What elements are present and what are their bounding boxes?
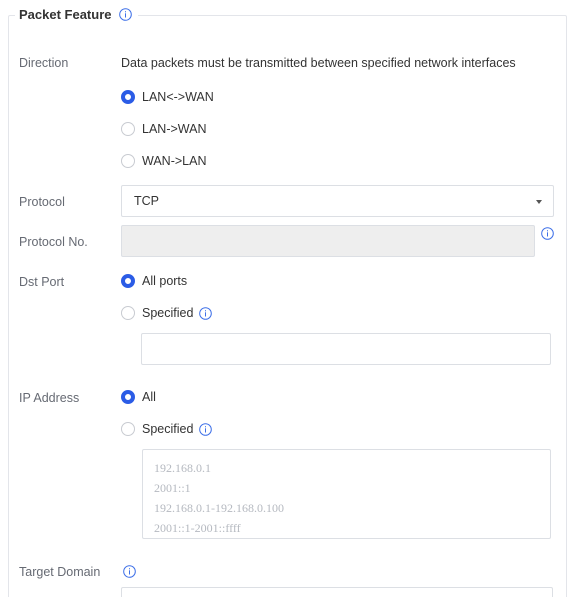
dst-port-option-all[interactable]: All ports [121, 273, 187, 289]
protocol-no-input[interactable] [121, 225, 535, 257]
ip-address-label: IP Address [19, 391, 80, 405]
target-domain-label: Target Domain [19, 565, 101, 579]
radio-checked-icon [121, 274, 135, 288]
target-domain-input[interactable] [121, 587, 553, 597]
radio-label: LAN<->WAN [142, 90, 214, 104]
radio-unchecked-icon [121, 154, 135, 168]
radio-label: Specified [142, 422, 194, 436]
dst-port-option-specified[interactable]: Specified [121, 305, 213, 321]
radio-checked-icon [121, 90, 135, 104]
radio-label: All [142, 390, 156, 404]
info-icon[interactable] [123, 565, 136, 578]
placeholder-line: 2001::1-2001::ffff [154, 521, 241, 535]
placeholder-line: 192.168.0.1 [154, 461, 211, 475]
radio-unchecked-icon [121, 122, 135, 136]
placeholder-line: 2001::1 [154, 481, 191, 495]
radio-unchecked-icon [121, 306, 135, 320]
radio-unchecked-icon [121, 422, 135, 436]
direction-option-lan-wan-both[interactable]: LAN<->WAN [121, 89, 214, 105]
radio-label: Specified [142, 306, 194, 320]
radio-label: LAN->WAN [142, 122, 207, 136]
direction-label: Direction [19, 56, 69, 70]
info-icon[interactable] [118, 7, 132, 21]
section-legend: Packet Feature [15, 5, 138, 23]
protocol-no-label: Protocol No. [19, 235, 88, 249]
protocol-label: Protocol [19, 195, 65, 209]
radio-checked-icon [121, 390, 135, 404]
radio-label: All ports [142, 274, 188, 288]
protocol-selected-value: TCP [134, 194, 159, 208]
placeholder-line: 192.168.0.1-192.168.0.100 [154, 501, 284, 515]
chevron-down-icon [536, 200, 542, 204]
section-title: Packet Feature [19, 6, 112, 22]
ip-address-option-specified[interactable]: Specified [121, 421, 213, 437]
info-icon[interactable] [541, 227, 554, 240]
protocol-select[interactable]: TCP [121, 185, 554, 217]
direction-description: Data packets must be transmitted between… [121, 56, 516, 70]
radio-label: WAN->LAN [142, 154, 207, 168]
dst-port-label: Dst Port [19, 275, 65, 289]
direction-option-lan-to-wan[interactable]: LAN->WAN [121, 121, 206, 137]
packet-feature-form: Packet Feature Direction Data packets mu… [0, 0, 585, 597]
dst-port-input[interactable] [141, 333, 551, 365]
ip-address-option-all[interactable]: All [121, 389, 156, 405]
info-icon[interactable] [199, 306, 213, 320]
ip-address-textarea[interactable]: 192.168.0.1 2001::1 192.168.0.1-192.168.… [142, 449, 551, 539]
info-icon[interactable] [199, 422, 213, 436]
direction-option-wan-to-lan[interactable]: WAN->LAN [121, 153, 206, 169]
